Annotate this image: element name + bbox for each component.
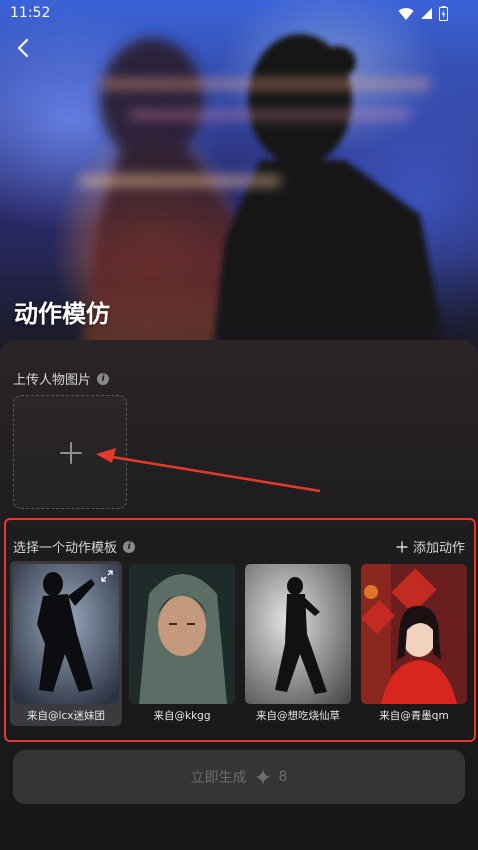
template-thumbnail: [245, 564, 351, 704]
template-card[interactable]: 来自@青墨qm: [358, 561, 470, 726]
template-card[interactable]: 来自@kkgg: [126, 561, 238, 726]
expand-icon[interactable]: [101, 570, 113, 582]
plus-icon: [60, 442, 82, 464]
wifi-icon: [398, 7, 414, 20]
battery-icon: [439, 6, 448, 21]
info-icon[interactable]: i: [97, 372, 110, 385]
template-card[interactable]: 来自@想吃烧仙草: [242, 561, 354, 726]
template-label-text: 选择一个动作模板: [13, 541, 118, 556]
plus-icon: [396, 541, 408, 552]
template-thumbnail: [13, 564, 119, 704]
chevron-left-icon: [17, 38, 29, 58]
generate-button[interactable]: 立即生成 8: [13, 750, 465, 804]
info-icon[interactable]: i: [123, 540, 136, 553]
template-caption: 来自@青墨qm: [379, 710, 449, 722]
template-caption: 来自@lcx迷妹团: [27, 710, 105, 722]
template-thumbnail: [361, 564, 467, 704]
template-caption: 来自@kkgg: [153, 710, 211, 722]
generate-label: 立即生成: [190, 770, 247, 786]
template-section-label: 选择一个动作模板 i: [13, 537, 136, 556]
back-button[interactable]: [12, 36, 36, 60]
template-list: 来自@lcx迷妹团 来自@kkgg 来自@想吃烧仙草 来自@青墨qm: [10, 561, 470, 729]
upload-label-text: 上传人物图片: [13, 373, 92, 388]
signal-icon: [421, 8, 432, 19]
template-card[interactable]: 来自@lcx迷妹团: [10, 561, 122, 726]
add-action-button[interactable]: 添加动作: [396, 537, 465, 556]
upload-image-box[interactable]: [13, 395, 127, 509]
upload-section-label: 上传人物图片 i: [13, 369, 110, 388]
page-title: 动作模仿: [14, 300, 110, 328]
template-caption: 来自@想吃烧仙草: [256, 710, 340, 722]
status-icons: [398, 6, 448, 21]
sparkle-icon: [254, 769, 271, 785]
generate-cost: 8: [278, 769, 288, 785]
status-bar: 11:52: [0, 0, 478, 28]
status-time: 11:52: [10, 5, 51, 21]
template-thumbnail: [129, 564, 235, 704]
add-action-label: 添加动作: [412, 541, 465, 556]
